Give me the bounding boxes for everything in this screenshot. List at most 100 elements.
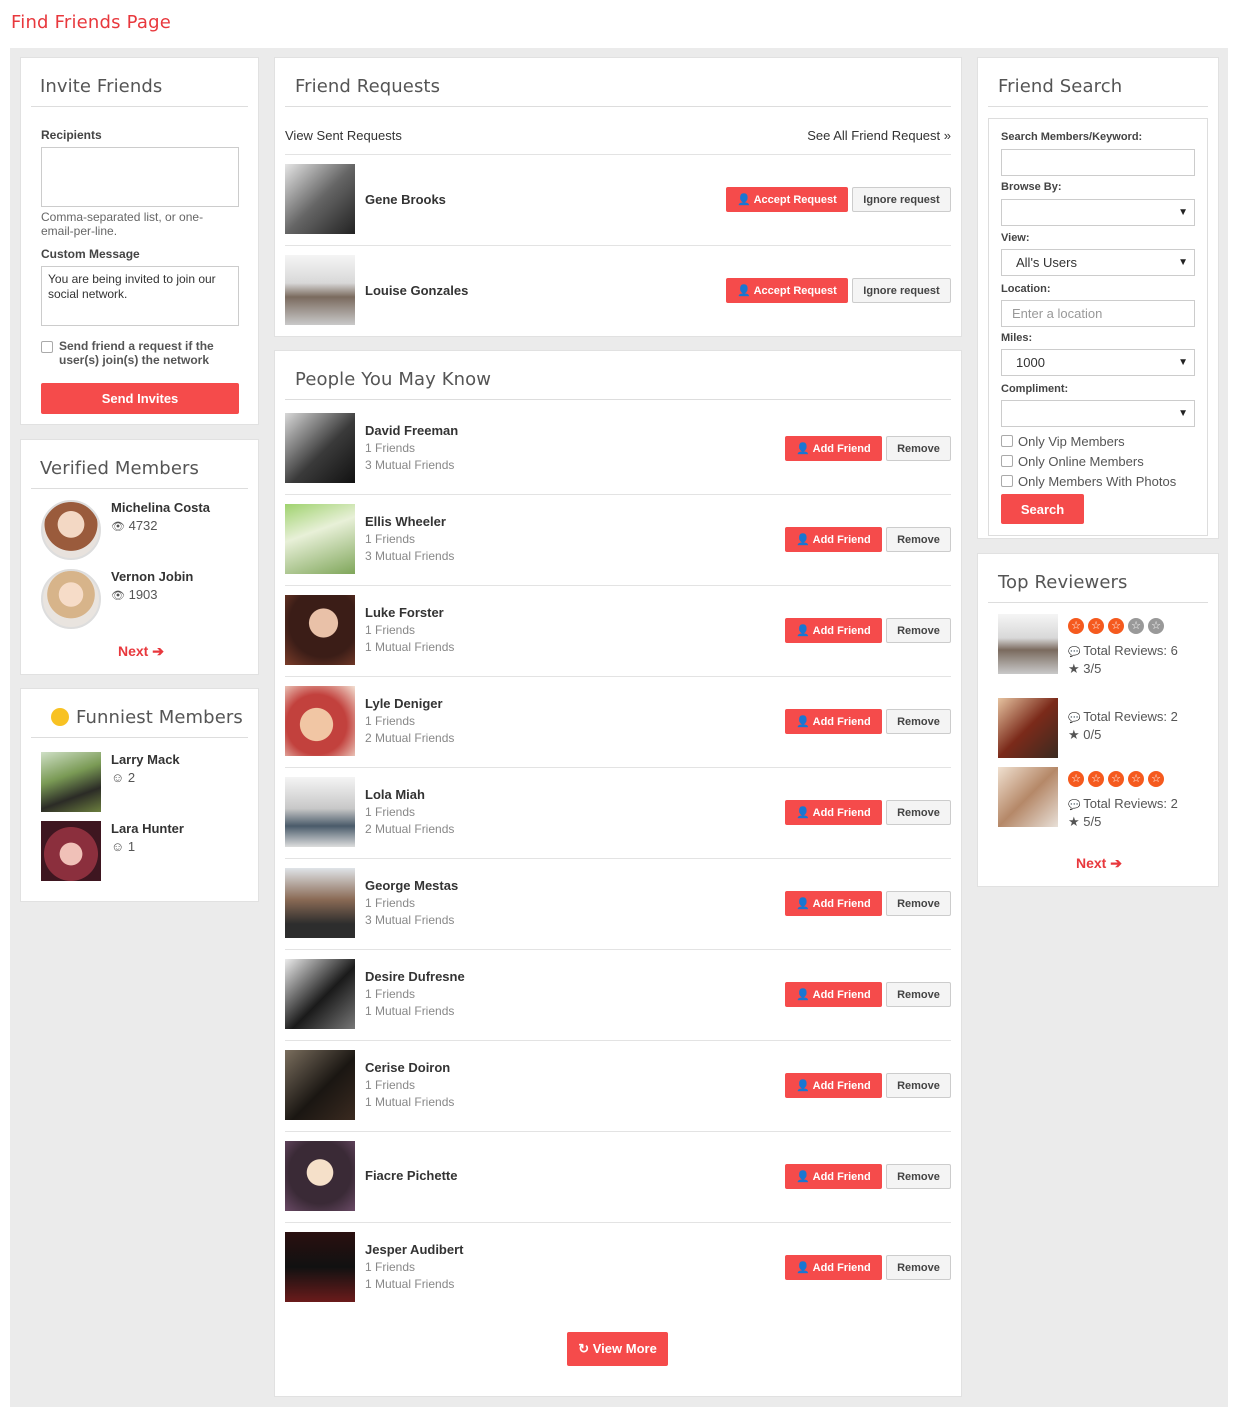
avatar[interactable] (285, 413, 355, 483)
add-friend-button[interactable]: 👤 Add Friend (785, 527, 882, 552)
star-icon: ☆ (1088, 771, 1104, 787)
search-button[interactable]: Search (1001, 494, 1084, 524)
user-plus-icon: 👤 (737, 285, 751, 297)
avatar[interactable] (285, 1050, 355, 1120)
avatar[interactable] (285, 164, 355, 234)
send-invites-button[interactable]: Send Invites (41, 383, 239, 414)
remove-button[interactable]: Remove (886, 527, 951, 552)
add-friend-button[interactable]: 👤 Add Friend (785, 1073, 882, 1098)
request-name[interactable]: Louise Gonzales (365, 283, 468, 298)
star-icon: ☆ (1068, 618, 1084, 634)
view-sent-requests-link[interactable]: View Sent Requests (285, 128, 402, 143)
avatar[interactable] (285, 595, 355, 665)
avatar[interactable] (285, 686, 355, 756)
person-name[interactable]: Luke Forster (365, 605, 444, 620)
avatar[interactable] (285, 777, 355, 847)
send-request-checkbox[interactable] (41, 341, 53, 353)
add-friend-button[interactable]: 👤 Add Friend (785, 1255, 882, 1280)
miles-select[interactable]: 1000 ▼ (1001, 349, 1195, 376)
add-friend-button[interactable]: 👤 Add Friend (785, 982, 882, 1007)
star-icon: ☆ (1068, 771, 1084, 787)
remove-button[interactable]: Remove (886, 1255, 951, 1280)
keyword-input[interactable] (1001, 149, 1195, 176)
avatar[interactable] (998, 767, 1058, 827)
friends-count: 1 Friends (365, 896, 416, 910)
recipients-field[interactable] (41, 147, 239, 207)
mutual-friends-count: 1 Mutual Friends (365, 1277, 455, 1291)
remove-button[interactable]: Remove (886, 1164, 951, 1189)
miles-label: Miles: (1001, 332, 1033, 344)
comments-icon: 💬 (1068, 800, 1084, 811)
custom-message-field[interactable]: You are being invited to join our social… (41, 266, 239, 326)
avatar[interactable] (285, 255, 355, 325)
add-friend-button[interactable]: 👤 Add Friend (785, 618, 882, 643)
user-plus-icon: 👤 (796, 898, 813, 910)
remove-button[interactable]: Remove (886, 800, 951, 825)
person-name[interactable]: Fiacre Pichette (365, 1168, 458, 1183)
browse-by-select[interactable]: ▼ (1001, 199, 1195, 226)
ignore-request-button[interactable]: Ignore request (852, 187, 951, 212)
only-photos-checkbox[interactable]: Only Members With Photos (1001, 474, 1176, 489)
add-friend-button[interactable]: 👤 Add Friend (785, 1164, 882, 1189)
funniest-member-name[interactable]: Larry Mack (111, 752, 180, 767)
invite-friends-title: Invite Friends (31, 76, 248, 107)
verified-member-name[interactable]: Michelina Costa (111, 500, 210, 515)
total-reviews: 💬 Total Reviews: 2 (1068, 796, 1178, 811)
person-name[interactable]: Lyle Deniger (365, 696, 443, 711)
refresh-icon: ↻ (578, 1341, 590, 1356)
request-name[interactable]: Gene Brooks (365, 192, 446, 207)
avatar[interactable] (41, 569, 101, 629)
avatar[interactable] (285, 959, 355, 1029)
view-count: 👁 4732 (111, 518, 158, 533)
avatar[interactable] (41, 752, 101, 812)
add-friend-button[interactable]: 👤 Add Friend (785, 800, 882, 825)
avatar[interactable] (41, 500, 101, 560)
person-name[interactable]: Jesper Audibert (365, 1242, 464, 1257)
funniest-member-name[interactable]: Lara Hunter (111, 821, 184, 836)
only-vip-checkbox[interactable]: Only Vip Members (1001, 434, 1125, 449)
only-online-checkbox[interactable]: Only Online Members (1001, 454, 1144, 469)
see-all-requests-link[interactable]: See All Friend Request » (807, 128, 951, 143)
remove-button[interactable]: Remove (886, 891, 951, 916)
laughing-emoji-icon (51, 708, 69, 726)
star-rating: ☆ ☆ ☆ ☆ ☆ (1068, 617, 1168, 634)
reviewers-next-link[interactable]: Next ➔ (1076, 855, 1122, 872)
remove-button[interactable]: Remove (886, 709, 951, 734)
avatar[interactable] (285, 1232, 355, 1302)
top-reviewers-title: Top Reviewers (988, 572, 1208, 603)
remove-button[interactable]: Remove (886, 1073, 951, 1098)
person-name[interactable]: George Mestas (365, 878, 458, 893)
accept-request-button[interactable]: 👤 Accept Request (726, 278, 848, 303)
remove-button[interactable]: Remove (886, 436, 951, 461)
avatar[interactable] (285, 504, 355, 574)
person-name[interactable]: Lola Miah (365, 787, 425, 802)
person-name[interactable]: David Freeman (365, 423, 458, 438)
ignore-request-button[interactable]: Ignore request (852, 278, 951, 303)
divider (285, 858, 951, 859)
avatar[interactable] (285, 868, 355, 938)
accept-request-button[interactable]: 👤 Accept Request (726, 187, 848, 212)
checkbox[interactable] (1001, 455, 1013, 467)
add-friend-button[interactable]: 👤 Add Friend (785, 891, 882, 916)
verified-member-name[interactable]: Vernon Jobin (111, 569, 193, 584)
star-icon: ☆ (1088, 618, 1104, 634)
location-input[interactable]: Enter a location (1001, 300, 1195, 327)
avatar[interactable] (41, 821, 101, 881)
user-plus-icon: 👤 (796, 716, 813, 728)
remove-button[interactable]: Remove (886, 982, 951, 1007)
add-friend-button[interactable]: 👤 Add Friend (785, 436, 882, 461)
view-more-button[interactable]: ↻ View More (567, 1332, 668, 1366)
compliment-select[interactable]: ▼ (1001, 400, 1195, 427)
checkbox[interactable] (1001, 475, 1013, 487)
remove-button[interactable]: Remove (886, 618, 951, 643)
person-name[interactable]: Cerise Doiron (365, 1060, 450, 1075)
add-friend-button[interactable]: 👤 Add Friend (785, 709, 882, 734)
avatar[interactable] (285, 1141, 355, 1211)
avatar[interactable] (998, 614, 1058, 674)
person-name[interactable]: Ellis Wheeler (365, 514, 446, 529)
person-name[interactable]: Desire Dufresne (365, 969, 465, 984)
avatar[interactable] (998, 698, 1058, 758)
view-select[interactable]: All's Users ▼ (1001, 249, 1195, 276)
verified-next-link[interactable]: Next ➔ (118, 643, 164, 660)
checkbox[interactable] (1001, 435, 1013, 447)
